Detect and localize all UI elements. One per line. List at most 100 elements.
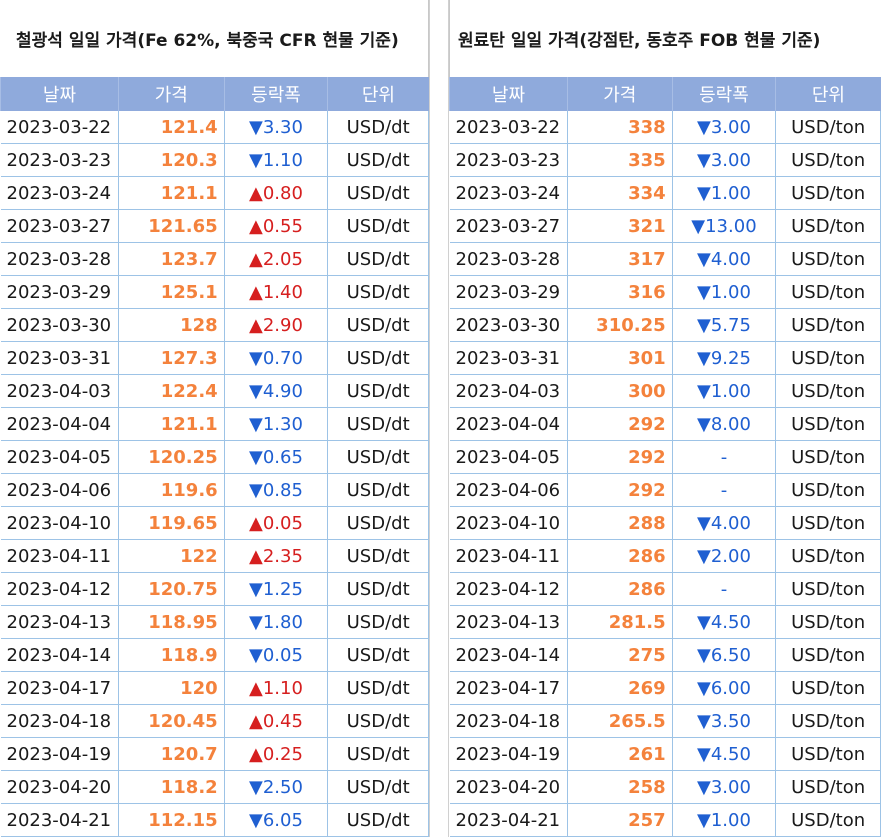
- price-cell: 335: [567, 143, 673, 177]
- price-cell: 121.1: [118, 176, 225, 210]
- change-cell: ▲0.45: [224, 704, 329, 738]
- change-value: ▼4.90: [249, 381, 303, 402]
- triangle-down-icon: ▼: [696, 149, 711, 171]
- price-cell: 321: [567, 209, 673, 243]
- triangle-up-icon: ▲: [249, 248, 263, 270]
- unit-cell: USD/ton: [775, 572, 881, 606]
- table-row: 2023-03-30 128 ▲2.90 USD/dt: [0, 308, 429, 342]
- change-cell: ▲0.80: [224, 176, 329, 210]
- change-amount: 0.05: [262, 512, 303, 534]
- change-cell: ▲1.40: [224, 275, 329, 309]
- change-value: ▼4.50: [697, 612, 751, 633]
- date-cell: 2023-03-27: [0, 209, 119, 243]
- change-value: ▼2.00: [697, 546, 751, 567]
- change-value: ▼1.00: [697, 381, 751, 402]
- unit-cell: USD/dt: [327, 407, 429, 441]
- change-value: ▼1.10: [249, 150, 303, 171]
- unit-cell: USD/ton: [775, 143, 881, 177]
- coking-coal-panel: 원료탄 일일 가격(강점탄, 동호주 FOB 현물 기준) 날짜 가격 등락폭 …: [449, 0, 881, 837]
- change-value: ▲0.25: [249, 744, 303, 765]
- change-cell: ▼4.00: [672, 506, 777, 540]
- unit-cell: USD/ton: [775, 671, 881, 705]
- column-header-change: 등락폭: [671, 77, 776, 111]
- unit-cell: USD/ton: [775, 704, 881, 738]
- date-cell: 2023-04-19: [449, 737, 568, 771]
- table-row: 2023-04-20 258 ▼3.00 USD/ton: [449, 770, 881, 804]
- triangle-down-icon: ▼: [696, 677, 711, 699]
- change-amount: 4.90: [262, 380, 303, 402]
- date-cell: 2023-03-23: [0, 143, 119, 177]
- triangle-down-icon: ▼: [696, 809, 711, 831]
- table-row: 2023-04-21 112.15 ▼6.05 USD/dt: [0, 803, 429, 837]
- table-row: 2023-03-23 120.3 ▼1.10 USD/dt: [0, 143, 429, 177]
- change-value: ▼6.00: [697, 678, 751, 699]
- table-row: 2023-04-18 120.45 ▲0.45 USD/dt: [0, 704, 429, 738]
- date-cell: 2023-03-24: [0, 176, 119, 210]
- table-row: 2023-03-23 335 ▼3.00 USD/ton: [449, 143, 881, 177]
- price-cell: 292: [567, 473, 673, 507]
- triangle-down-icon: ▼: [696, 413, 711, 435]
- change-amount: 0.45: [262, 710, 303, 732]
- change-value: -: [721, 579, 728, 600]
- table-row: 2023-04-21 257 ▼1.00 USD/ton: [449, 803, 881, 837]
- iron-ore-title: 철광석 일일 가격(Fe 62%, 북중국 CFR 현물 기준): [0, 0, 429, 77]
- table-row: 2023-04-04 121.1 ▼1.30 USD/dt: [0, 407, 429, 441]
- change-value: ▲1.40: [249, 282, 303, 303]
- triangle-down-icon: ▼: [696, 512, 711, 534]
- price-cell: 125.1: [118, 275, 225, 309]
- unit-cell: USD/dt: [327, 572, 429, 606]
- change-value: -: [721, 447, 728, 468]
- change-amount: 1.80: [262, 611, 303, 633]
- unit-cell: USD/ton: [775, 506, 881, 540]
- change-value: ▲0.80: [249, 183, 303, 204]
- change-amount: 8.00: [710, 413, 751, 435]
- change-cell: ▼8.00: [672, 407, 777, 441]
- change-cell: ▲2.05: [224, 242, 329, 276]
- unit-cell: USD/ton: [775, 440, 881, 474]
- change-cell: ▼1.00: [672, 176, 777, 210]
- change-value: ▼4.00: [697, 249, 751, 270]
- date-cell: 2023-03-28: [449, 242, 568, 276]
- table-row: 2023-04-03 300 ▼1.00 USD/ton: [449, 374, 881, 408]
- triangle-down-icon: ▼: [249, 446, 263, 468]
- triangle-down-icon: ▼: [696, 314, 711, 336]
- triangle-down-icon: ▼: [696, 347, 711, 369]
- table-row: 2023-04-14 118.9 ▼0.05 USD/dt: [0, 638, 429, 672]
- table-row: 2023-04-17 269 ▼6.00 USD/ton: [449, 671, 881, 705]
- unit-cell: USD/dt: [327, 111, 429, 144]
- price-cell: 338: [567, 111, 673, 144]
- date-cell: 2023-04-05: [0, 440, 119, 474]
- unit-cell: USD/dt: [327, 473, 429, 507]
- table-row: 2023-04-13 281.5 ▼4.50 USD/ton: [449, 605, 881, 639]
- change-cell: ▼2.50: [224, 770, 329, 804]
- date-cell: 2023-03-22: [0, 111, 119, 144]
- triangle-up-icon: ▲: [249, 182, 263, 204]
- change-value: ▼6.50: [697, 645, 751, 666]
- change-cell: ▼3.30: [224, 111, 329, 144]
- unit-cell: USD/dt: [327, 209, 429, 243]
- change-cell: -: [672, 572, 777, 606]
- table-row: 2023-03-29 125.1 ▲1.40 USD/dt: [0, 275, 429, 309]
- change-cell: ▼0.85: [224, 473, 329, 507]
- unit-cell: USD/ton: [775, 539, 881, 573]
- change-cell: ▼1.00: [672, 803, 777, 837]
- table-row: 2023-03-22 121.4 ▼3.30 USD/dt: [0, 111, 429, 144]
- change-amount: 6.50: [710, 644, 751, 666]
- change-amount: 1.30: [262, 413, 303, 435]
- date-cell: 2023-03-29: [0, 275, 119, 309]
- table-row: 2023-04-03 122.4 ▼4.90 USD/dt: [0, 374, 429, 408]
- date-cell: 2023-04-14: [0, 638, 119, 672]
- table-row: 2023-04-04 292 ▼8.00 USD/ton: [449, 407, 881, 441]
- iron-ore-table-body: 2023-03-22 121.4 ▼3.30 USD/dt 2023-03-23 120.…: [0, 111, 429, 837]
- change-value: ▼0.05: [249, 645, 303, 666]
- date-cell: 2023-03-30: [449, 308, 568, 342]
- change-cell: ▲2.35: [224, 539, 329, 573]
- date-cell: 2023-04-18: [449, 704, 568, 738]
- change-value: ▼5.75: [697, 315, 751, 336]
- triangle-down-icon: ▼: [696, 248, 711, 270]
- change-value: ▼8.00: [697, 414, 751, 435]
- unit-cell: USD/dt: [327, 539, 429, 573]
- column-header-change: 등락폭: [223, 77, 328, 111]
- unit-cell: USD/ton: [775, 111, 881, 144]
- triangle-up-icon: ▲: [249, 314, 263, 336]
